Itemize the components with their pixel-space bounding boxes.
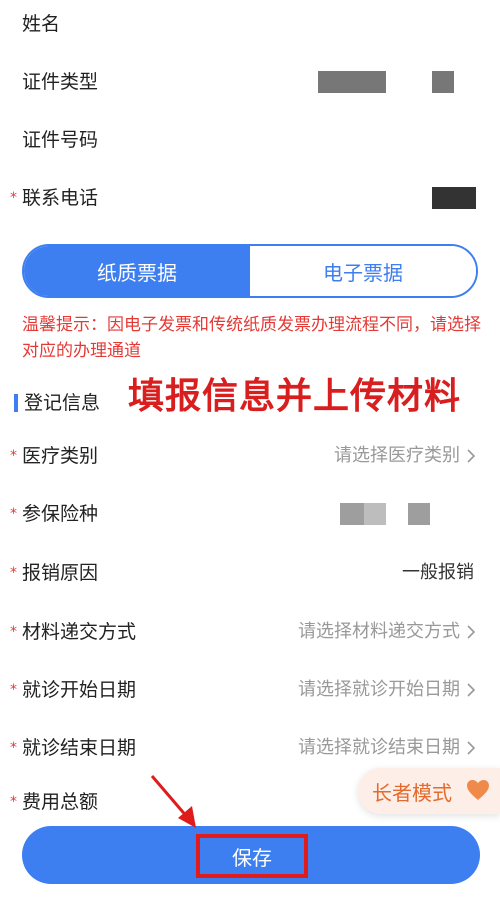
paper-invoice-tab[interactable]: 纸质票据 <box>24 246 250 296</box>
insurance-type-label: 参保险种 <box>22 503 99 525</box>
required-mark: * <box>10 740 17 756</box>
save-label[interactable]: 保存 <box>232 842 272 871</box>
id-number-row: 证件号码 <box>0 120 500 160</box>
id-number-label: 证件号码 <box>22 129 99 151</box>
start-date-label: 就诊开始日期 <box>22 679 137 701</box>
id-type-label: 证件类型 <box>22 71 99 93</box>
start-date-row[interactable]: * 就诊开始日期 请选择就诊开始日期 <box>0 670 500 710</box>
required-mark: * <box>10 190 17 206</box>
redacted-insurance-3 <box>408 503 430 525</box>
invoice-type-toggle: 纸质票据 电子票据 <box>22 244 478 298</box>
heart-icon <box>467 780 489 800</box>
elder-mode-label: 长者模式 <box>372 780 452 805</box>
insurance-type-row[interactable]: * 参保险种 <box>0 494 500 534</box>
medical-category-label: 医疗类别 <box>22 445 99 467</box>
name-label: 姓名 <box>22 13 61 35</box>
elder-mode-button[interactable]: 长者模式 <box>358 768 500 814</box>
electronic-invoice-tab[interactable]: 电子票据 <box>250 246 476 296</box>
section-accent-bar <box>14 394 18 412</box>
redacted-phone <box>432 187 476 209</box>
end-date-row[interactable]: * 就诊结束日期 请选择就诊结束日期 <box>0 728 500 768</box>
section-title: 登记信息 <box>24 392 101 414</box>
end-date-placeholder[interactable]: 请选择就诊结束日期 <box>298 728 460 768</box>
required-mark: * <box>10 794 17 810</box>
required-mark: * <box>10 506 17 522</box>
redacted-id-type <box>318 71 386 93</box>
required-mark: * <box>10 448 17 464</box>
reason-value[interactable]: 一般报销 <box>402 553 474 593</box>
reason-row[interactable]: * 报销原因 一般报销 <box>0 553 500 593</box>
required-mark: * <box>10 624 17 640</box>
annotation-caption: 填报信息并上传材料 <box>128 376 462 417</box>
chevron-right-icon <box>467 683 476 697</box>
end-date-label: 就诊结束日期 <box>22 737 137 759</box>
redacted-insurance-1 <box>340 503 364 525</box>
redacted-id-type-2 <box>432 71 454 93</box>
submit-method-placeholder[interactable]: 请选择材料递交方式 <box>298 612 460 652</box>
medical-category-placeholder[interactable]: 请选择医疗类别 <box>334 436 460 476</box>
medical-category-row[interactable]: * 医疗类别 请选择医疗类别 <box>0 436 500 476</box>
reason-label: 报销原因 <box>22 562 99 584</box>
chevron-right-icon <box>467 741 476 755</box>
warm-tip: 温馨提示：因电子发票和传统纸质发票办理流程不同，请选择对应的办理通道 <box>22 315 481 361</box>
phone-row: * 联系电话 <box>0 178 500 218</box>
submit-method-label: 材料递交方式 <box>22 621 137 643</box>
redacted-insurance-2 <box>364 503 386 525</box>
total-fee-label: 费用总额 <box>22 792 99 812</box>
required-mark: * <box>10 565 17 581</box>
name-row: 姓名 <box>0 4 500 44</box>
start-date-placeholder[interactable]: 请选择就诊开始日期 <box>298 670 460 710</box>
chevron-right-icon <box>467 625 476 639</box>
phone-label: 联系电话 <box>22 187 99 209</box>
id-type-row: 证件类型 <box>0 62 500 102</box>
annotation-arrow-icon <box>150 775 196 828</box>
required-mark: * <box>10 682 17 698</box>
chevron-right-icon <box>467 449 476 463</box>
submit-method-row[interactable]: * 材料递交方式 请选择材料递交方式 <box>0 612 500 652</box>
save-highlight-frame: 保存 <box>196 834 308 878</box>
